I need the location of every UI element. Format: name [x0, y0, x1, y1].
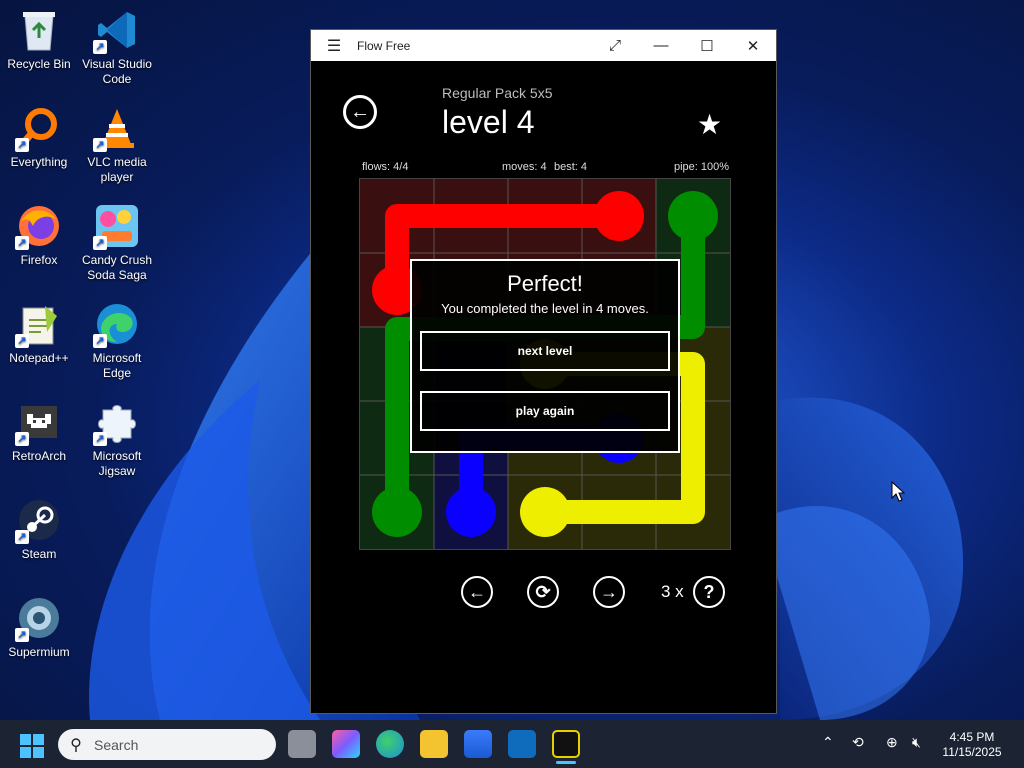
star-icon[interactable]: ★ — [697, 108, 722, 141]
green-endpoint — [372, 487, 422, 537]
desktop-icon-label: Notepad++ — [9, 351, 69, 365]
desktop-icon-label: Microsoft Edge — [92, 351, 142, 380]
notepad-plus-plus-icon: ↗ — [15, 300, 63, 348]
search-placeholder: Search — [94, 736, 139, 753]
microsoft-store-icon[interactable] — [464, 730, 492, 758]
hamburger-menu-icon[interactable]: ☰ — [311, 36, 357, 56]
previous-level-icon[interactable]: ← — [461, 576, 493, 608]
stat-flows: flows: 4/4 — [362, 161, 409, 173]
search-magnifier-icon: ↗ — [15, 104, 63, 152]
copilot-icon[interactable] — [332, 730, 360, 758]
level-complete-dialog: Perfect! You completed the level in 4 mo… — [410, 259, 680, 453]
outlook-icon[interactable] — [508, 730, 536, 758]
shortcut-arrow-icon: ↗ — [15, 628, 29, 642]
recycle-bin-icon — [15, 6, 63, 54]
vlc-cone-icon: ↗ — [93, 104, 141, 152]
volume-muted-icon[interactable]: 🔇︎ — [912, 734, 921, 751]
desktop-icon-edge[interactable]: ↗ Microsoft Edge — [78, 300, 156, 381]
desktop-icon-label: Candy Crush Soda Saga — [81, 253, 153, 282]
stat-best: best: 4 — [554, 161, 588, 173]
flow-free-window: ☰ Flow Free ⤢ — ☐ ✕ ← Regular Pack 5x5 l… — [310, 29, 777, 714]
dialog-message: You completed the level in 4 moves. — [441, 301, 649, 316]
desktop-icon-supermium[interactable]: ↗ Supermium — [0, 594, 78, 660]
restart-icon[interactable]: ⟳ — [527, 576, 559, 608]
desktop-icon-notepad-plus-plus[interactable]: ↗ Notepad++ — [0, 300, 78, 366]
minimize-button[interactable]: — — [638, 37, 684, 54]
desktop-icon-recycle-bin[interactable]: Recycle Bin — [0, 6, 78, 72]
edge-taskbar-icon[interactable] — [376, 730, 404, 758]
fullscreen-icon[interactable]: ⤢ — [592, 37, 638, 54]
desktop-icon-firefox[interactable]: ↗ Firefox — [0, 202, 78, 268]
supermium-icon: ↗ — [15, 594, 63, 642]
firefox-icon: ↗ — [15, 202, 63, 250]
taskbar-search[interactable]: ⚲ Search — [58, 729, 276, 760]
sync-icon[interactable]: ⟲ — [852, 734, 864, 751]
network-globe-icon[interactable]: ⊕ — [886, 734, 898, 751]
windows-start-icon[interactable] — [20, 734, 44, 758]
active-app-indicator — [556, 761, 576, 764]
next-level-icon[interactable]: → — [593, 576, 625, 608]
desktop-icon-steam[interactable]: ↗ Steam — [0, 496, 78, 562]
chevron-up-icon[interactable]: ⌃ — [822, 734, 834, 751]
next-level-button[interactable]: next level — [420, 331, 670, 371]
desktop-icon-label: Microsoft Jigsaw — [92, 449, 142, 478]
play-again-button[interactable]: play again — [420, 391, 670, 431]
system-clock[interactable]: 4:45 PM 11/15/2025 — [935, 730, 1009, 760]
task-view-icon[interactable] — [288, 730, 316, 758]
hints-count: 3 x — [661, 582, 684, 601]
dialog-heading: Perfect! — [507, 271, 583, 296]
desktop-icon-label: Firefox — [20, 253, 58, 267]
desktop-icon-label: Recycle Bin — [7, 57, 71, 71]
flow-free-taskbar-icon[interactable] — [552, 730, 580, 758]
level-title: level 4 — [442, 104, 535, 140]
edge-icon: ↗ — [93, 300, 141, 348]
shortcut-arrow-icon: ↗ — [15, 530, 29, 544]
desktop-icon-label: Supermium — [8, 645, 70, 659]
desktop-icon-label: Steam — [21, 547, 57, 561]
steam-icon: ↗ — [15, 496, 63, 544]
retroarch-invader-icon: ↗ — [15, 398, 63, 446]
stat-moves: moves: 4 — [502, 161, 547, 173]
desktop-icon-label: Everything — [10, 155, 68, 169]
desktop-icon-label: VLC media player — [87, 155, 147, 184]
shortcut-arrow-icon: ↗ — [15, 334, 29, 348]
hint-question-icon[interactable]: ? — [693, 576, 725, 608]
shortcut-arrow-icon: ↗ — [15, 236, 29, 250]
mouse-cursor-icon — [891, 480, 906, 508]
vscode-icon: ↗ — [93, 6, 141, 54]
shortcut-arrow-icon: ↗ — [93, 40, 107, 54]
shortcut-arrow-icon: ↗ — [15, 432, 29, 446]
shortcut-arrow-icon: ↗ — [15, 138, 29, 152]
desktop-icon-jigsaw[interactable]: ↗ Microsoft Jigsaw — [78, 398, 156, 479]
red-endpoint — [594, 191, 644, 241]
shortcut-arrow-icon: ↗ — [93, 236, 107, 250]
desktop-icon-everything[interactable]: ↗ Everything — [0, 104, 78, 170]
blue-endpoint — [446, 487, 496, 537]
pack-name: Regular Pack 5x5 — [442, 85, 553, 101]
shortcut-arrow-icon: ↗ — [93, 334, 107, 348]
desktop-icon-label: Visual Studio Code — [82, 57, 152, 86]
shortcut-arrow-icon: ↗ — [93, 432, 107, 446]
file-explorer-icon[interactable] — [420, 730, 448, 758]
stat-pipe: pipe: 100% — [674, 161, 730, 173]
yellow-endpoint — [520, 487, 570, 537]
maximize-button[interactable]: ☐ — [684, 37, 730, 55]
clock-date: 11/15/2025 — [942, 745, 1002, 759]
green-endpoint — [668, 191, 718, 241]
title-bar: ☰ Flow Free ⤢ — ☐ ✕ — [311, 30, 776, 61]
desktop-icon-retroarch[interactable]: ↗ RetroArch — [0, 398, 78, 464]
jigsaw-puzzle-icon: ↗ — [93, 398, 141, 446]
window-title: Flow Free — [357, 38, 411, 53]
desktop-icon-label: RetroArch — [11, 449, 67, 463]
search-icon: ⚲ — [70, 736, 82, 754]
clock-time: 4:45 PM — [949, 730, 995, 744]
shortcut-arrow-icon: ↗ — [93, 138, 107, 152]
desktop-icon-candy-crush[interactable]: ↗ Candy Crush Soda Saga — [78, 202, 156, 283]
candy-crush-icon: ↗ — [93, 202, 141, 250]
desktop-icon-vlc[interactable]: ↗ VLC media player — [78, 104, 156, 185]
close-button[interactable]: ✕ — [730, 37, 776, 55]
desktop-icon-vscode[interactable]: ↗ Visual Studio Code — [78, 6, 156, 87]
back-arrow-icon[interactable]: ← — [343, 95, 377, 129]
